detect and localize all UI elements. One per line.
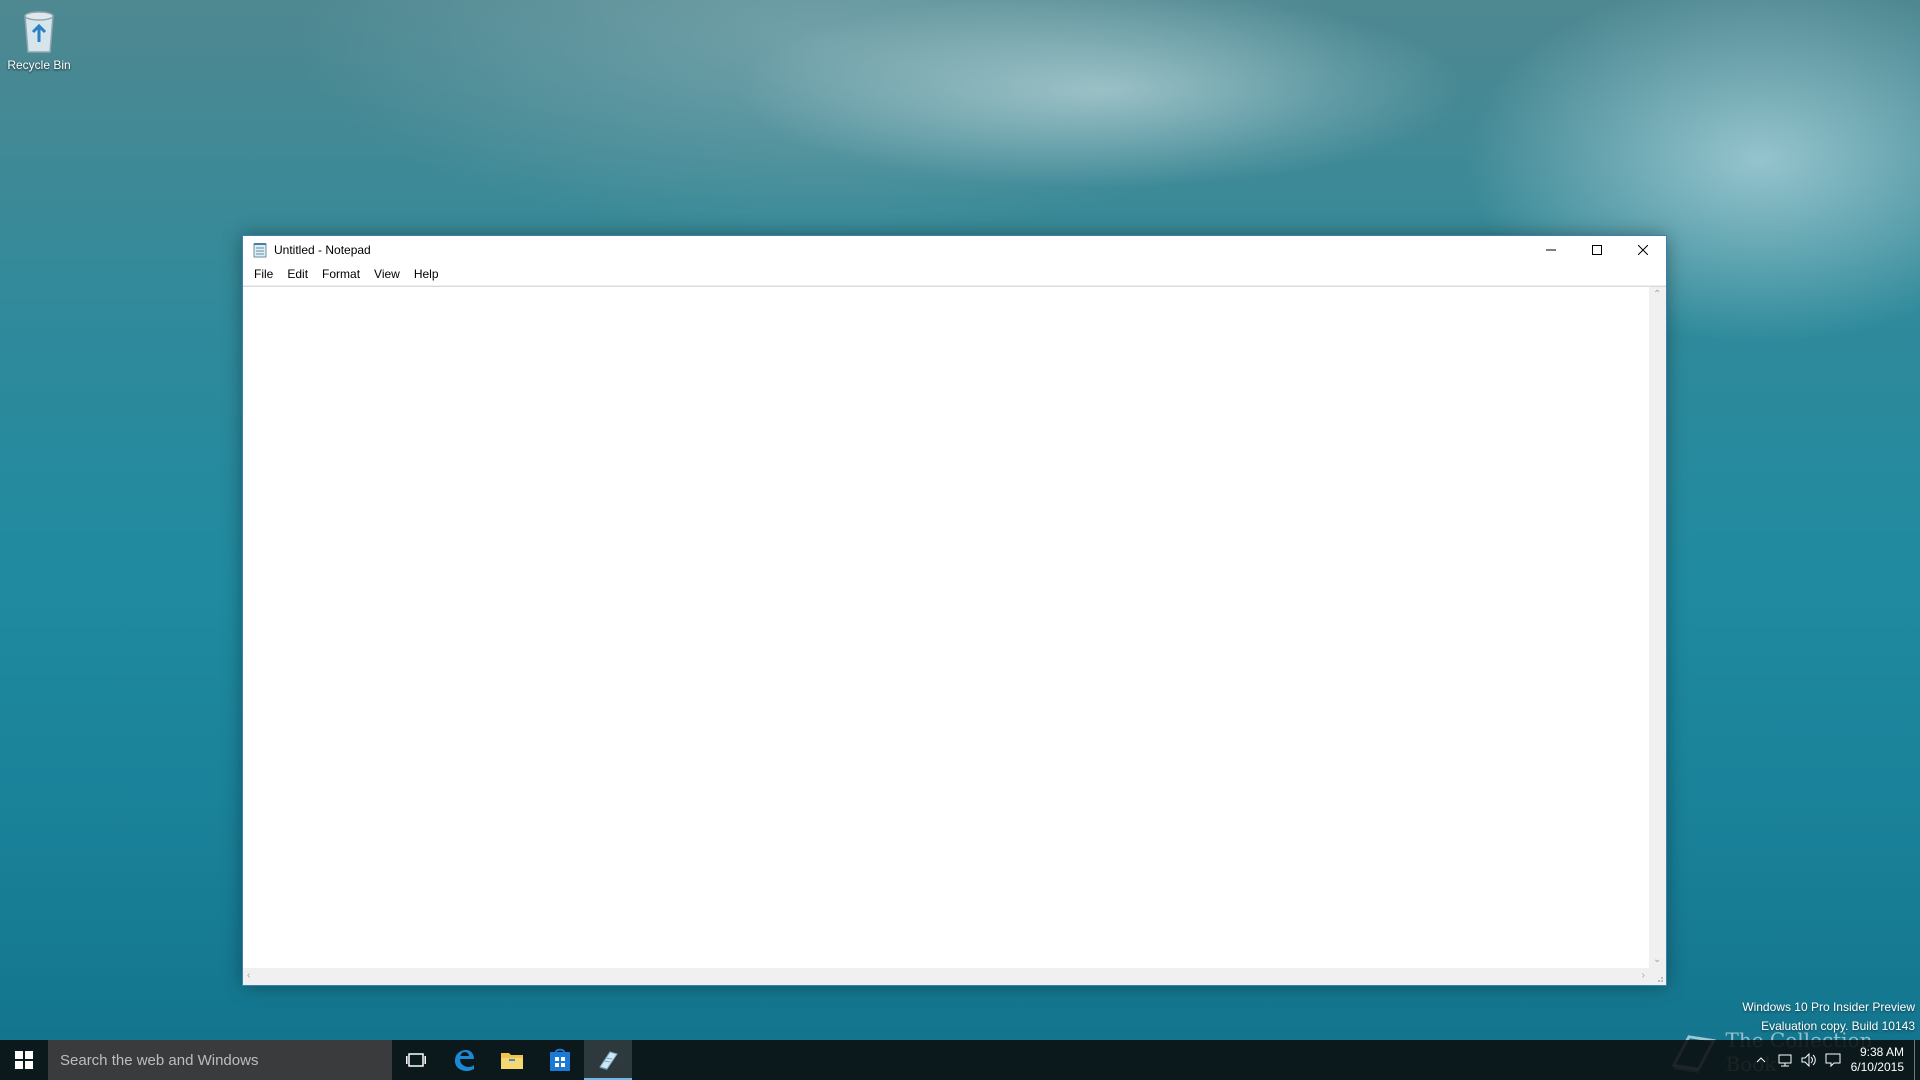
file-explorer-button[interactable] <box>488 1040 536 1080</box>
scroll-right-arrow-icon[interactable]: › <box>1642 971 1645 981</box>
resize-grip-icon[interactable] <box>1649 968 1666 985</box>
menu-format[interactable]: Format <box>315 267 367 281</box>
menu-bar: File Edit Format View Help <box>243 263 1666 286</box>
store-button[interactable] <box>536 1040 584 1080</box>
clock-time: 9:38 AM <box>1859 1045 1904 1059</box>
text-area[interactable] <box>243 287 1649 968</box>
vertical-scrollbar[interactable]: ⌃ ⌄ <box>1649 287 1666 968</box>
scroll-left-arrow-icon[interactable]: ‹ <box>247 971 250 981</box>
menu-help[interactable]: Help <box>407 267 446 281</box>
notepad-app-icon[interactable] <box>252 242 268 258</box>
close-icon <box>1638 244 1648 255</box>
close-button[interactable] <box>1620 236 1666 263</box>
menu-edit[interactable]: Edit <box>280 267 315 281</box>
maximize-icon <box>1592 244 1602 255</box>
notepad-icon <box>599 1051 618 1070</box>
edge-icon <box>455 1050 474 1071</box>
minimize-icon <box>1546 249 1556 250</box>
edge-button[interactable] <box>440 1040 488 1080</box>
maximize-button[interactable] <box>1574 236 1620 263</box>
start-button[interactable] <box>0 1040 48 1080</box>
clock[interactable]: 9:38 AM 6/10/2015 <box>1845 1045 1914 1075</box>
system-tray: 9:38 AM 6/10/2015 <box>1749 1040 1920 1080</box>
watermark-line-1: Windows 10 Pro Insider Preview <box>1742 1000 1915 1014</box>
task-view-button[interactable] <box>392 1040 440 1080</box>
window-controls <box>1528 236 1666 263</box>
show-desktop-button[interactable] <box>1914 1040 1920 1080</box>
desktop-icon-label: Recycle Bin <box>7 58 71 72</box>
notepad-taskbar-button[interactable] <box>584 1040 632 1080</box>
windows-logo-icon <box>15 1051 33 1069</box>
minimize-button[interactable] <box>1528 236 1574 263</box>
search-input[interactable]: Search the web and Windows <box>48 1040 392 1080</box>
taskbar: Search the web and Windows 9:38 AM 6/10/… <box>0 1040 1920 1080</box>
file-explorer-icon <box>501 1053 523 1069</box>
window-title: Untitled - Notepad <box>274 242 371 257</box>
editor: ⌃ ⌄ ‹ › <box>243 286 1666 985</box>
action-center-icon[interactable] <box>1821 1053 1845 1067</box>
volume-icon[interactable] <box>1797 1053 1821 1067</box>
desktop-icon-recycle-bin[interactable]: Recycle Bin <box>4 6 74 72</box>
menu-view[interactable]: View <box>367 267 407 281</box>
task-view-icon <box>406 1053 426 1067</box>
network-icon[interactable] <box>1773 1053 1797 1067</box>
store-icon <box>550 1048 570 1071</box>
clock-date: 6/10/2015 <box>1850 1060 1904 1074</box>
title-bar[interactable]: Untitled - Notepad <box>243 236 1666 263</box>
menu-file[interactable]: File <box>247 267 280 281</box>
notepad-window: Untitled - Notepad File Edit Format View… <box>242 235 1667 986</box>
show-hidden-icons-icon[interactable] <box>1749 1055 1773 1065</box>
scroll-up-arrow-icon[interactable]: ⌃ <box>1653 290 1661 300</box>
horizontal-scrollbar[interactable]: ‹ › <box>243 968 1649 985</box>
scroll-down-arrow-icon[interactable]: ⌄ <box>1653 955 1661 965</box>
recycle-bin-icon <box>17 6 61 56</box>
